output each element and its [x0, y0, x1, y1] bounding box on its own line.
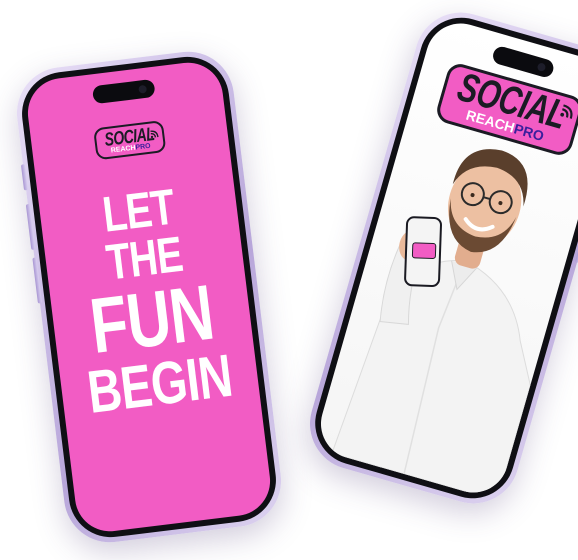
right-phone: SOCIAL REACHPRO: [299, 1, 578, 515]
left-phone: SOCIAL REACHPRO LET THE FUN BEGIN: [11, 46, 287, 548]
left-phone-screen: SOCIAL REACHPRO LET THE FUN BEGIN: [23, 58, 275, 536]
handheld-phone: [403, 216, 443, 288]
handheld-phone-screen: [405, 218, 441, 286]
social-reach-pro-logo: SOCIAL REACHPRO: [93, 120, 167, 161]
mini-logo-icon: [411, 242, 437, 260]
left-logo: SOCIAL REACHPRO: [31, 112, 229, 168]
headline-line-3: BEGIN: [83, 341, 236, 426]
mute-switch: [20, 164, 29, 191]
promo-stage: SOCIAL REACHPRO LET THE FUN BEGIN SOCIAL…: [0, 0, 578, 560]
wifi-signal-icon: [150, 130, 159, 139]
right-phone-screen: SOCIAL REACHPRO: [312, 15, 578, 501]
camera-island-icon: [91, 78, 156, 105]
headline: LET THE FUN BEGIN: [38, 176, 260, 426]
